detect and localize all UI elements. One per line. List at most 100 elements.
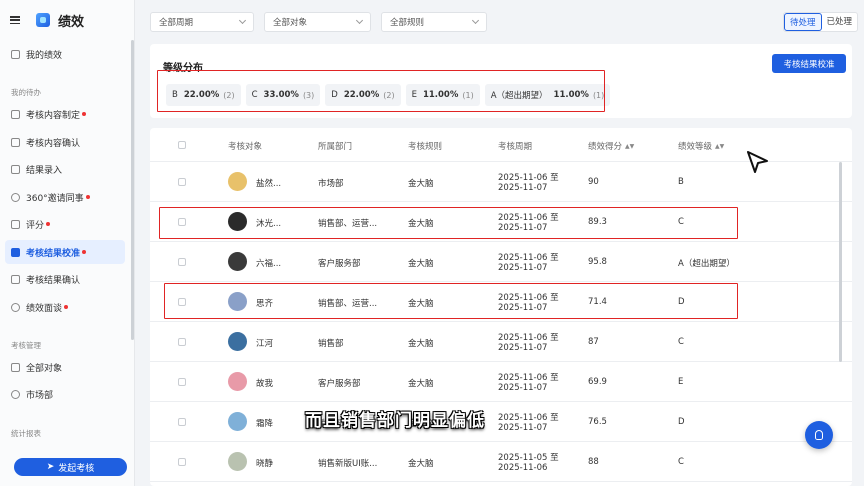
sidebar-item-scoring[interactable]: 评分	[5, 212, 125, 236]
sidebar-item-interview[interactable]: 绩效面谈	[5, 295, 125, 319]
cell-score: 88	[588, 457, 599, 467]
table-row[interactable]: 江河 销售部 金大脑 2025-11-06 至 2025-11-07 87 C	[150, 322, 852, 362]
chip-count: (1)	[462, 90, 474, 100]
header-grade[interactable]: 绩效等级 ▲▼	[678, 140, 724, 152]
cell-name[interactable]: 晓静	[256, 457, 273, 469]
cell-period-end: 2025-11-06	[498, 463, 548, 473]
sidebar-item-result-confirm[interactable]: 考核结果确认	[5, 267, 125, 291]
header-rule: 考核规则	[408, 142, 443, 152]
sidebar-item-label: 360°邀请同事	[26, 193, 84, 204]
table-row[interactable]: 思齐 销售部、运营... 金大脑 2025-11-06 至 2025-11-07 71.4…	[150, 282, 852, 322]
cell-score: 89.3	[588, 217, 607, 227]
row-checkbox[interactable]	[178, 258, 186, 266]
select-all-checkbox[interactable]	[178, 141, 186, 149]
row-checkbox[interactable]	[178, 418, 186, 426]
period-filter[interactable]: 全部周期	[150, 12, 254, 32]
cell-period-start: 2025-11-06 至	[498, 413, 559, 423]
calibrate-button[interactable]: 考核结果校准	[772, 54, 846, 73]
rule-filter-value: 全部规则	[390, 18, 425, 28]
sidebar-item-my-performance[interactable]: 我的绩效	[5, 42, 125, 66]
period-filter-value: 全部周期	[159, 18, 194, 28]
sidebar-item-content-define[interactable]: 考核内容制定	[5, 102, 125, 126]
mouse-cursor-icon	[747, 151, 768, 173]
chip-grade: B	[172, 90, 178, 100]
avatar	[228, 332, 247, 351]
cell-name[interactable]: 江河	[256, 337, 273, 349]
grade-chip[interactable]: A（超出期望） 11.00% (1)	[484, 84, 611, 106]
sidebar-item-360-invite[interactable]: 360°邀请同事	[5, 185, 125, 209]
cell-grade: C	[678, 217, 684, 227]
cell-period-start: 2025-11-06 至	[498, 373, 559, 383]
cell-period-start: 2025-11-06 至	[498, 173, 559, 183]
sidebar-item-all-objects[interactable]: 全部对象	[5, 355, 125, 379]
cell-name[interactable]: 盐然...	[256, 177, 281, 189]
sidebar-item-label: 绩效面谈	[26, 303, 63, 314]
cell-period-end: 2025-11-07	[498, 263, 548, 273]
chip-count: (2)	[383, 90, 395, 100]
help-button[interactable]	[805, 421, 833, 449]
cell-name[interactable]: 沐光...	[256, 217, 281, 229]
cell-grade: C	[678, 457, 684, 467]
badge-dot	[85, 195, 90, 199]
menu-icon[interactable]	[10, 16, 20, 24]
object-filter[interactable]: 全部对象	[264, 12, 371, 32]
cell-grade: D	[678, 297, 685, 307]
grade-chip[interactable]: B 22.00% (2)	[166, 84, 241, 106]
sidebar-item-result-entry[interactable]: 结果录入	[5, 157, 125, 181]
cell-dept: 市场部	[318, 179, 344, 189]
sidebar-item-result-calibration[interactable]: 考核结果校准	[5, 240, 125, 264]
grade-chip[interactable]: C 33.00% (3)	[245, 84, 321, 106]
badge-dot	[64, 305, 69, 309]
avatar	[228, 412, 247, 431]
cell-score: 71.4	[588, 297, 607, 307]
chip-percent: 22.00%	[343, 90, 380, 100]
cell-name[interactable]: 思齐	[256, 297, 273, 309]
grade-chips: B 22.00% (2) C 33.00% (3) D 22.00% (2) E 11.00%…	[166, 84, 611, 106]
pen-icon	[11, 219, 20, 229]
cell-period-start: 2025-11-06 至	[498, 213, 559, 223]
send-icon: ➤	[46, 462, 55, 472]
table-row[interactable]: 沐光... 销售部、运营... 金大脑 2025-11-06 至 2025-11-07 8…	[150, 202, 852, 242]
chip-count: (1)	[592, 90, 605, 100]
table-row[interactable]: 故我 客户服务部 金大脑 2025-11-06 至 2025-11-07 69.9 E	[150, 362, 852, 402]
table-scrollbar[interactable]	[839, 162, 842, 362]
grade-chip[interactable]: D 22.00% (2)	[325, 84, 401, 106]
sidebar-item-marketing[interactable]: 市场部	[5, 382, 125, 406]
cell-score: 76.5	[588, 417, 607, 427]
grade-chip[interactable]: E 11.00% (1)	[405, 84, 480, 106]
table-row[interactable]: 霜降 销售部 金大脑 2025-11-06 至 2025-11-07 76.5 D	[150, 402, 852, 442]
cell-period-end: 2025-11-07	[498, 343, 548, 353]
sidebar-item-content-confirm[interactable]: 考核内容确认	[5, 130, 125, 154]
row-checkbox[interactable]	[178, 178, 186, 186]
cell-period-start: 2025-11-05 至	[498, 453, 559, 463]
launch-review-button[interactable]: ➤ 发起考核	[14, 458, 127, 476]
cell-period-end: 2025-11-07	[498, 223, 548, 233]
avatar	[228, 372, 247, 391]
video-subtitle: 而且销售部门明显偏低	[305, 411, 485, 431]
row-checkbox[interactable]	[178, 298, 186, 306]
chat-icon	[11, 192, 20, 202]
chip-grade: A（超出期望）	[490, 91, 548, 101]
cell-name[interactable]: 故我	[256, 377, 273, 389]
row-checkbox[interactable]	[178, 338, 186, 346]
chip-percent: 11.00%	[553, 90, 589, 100]
row-checkbox[interactable]	[178, 378, 186, 386]
sidebar-item-label: 考核结果确认	[26, 275, 81, 286]
shield-icon	[11, 389, 20, 399]
badge-dot	[82, 250, 87, 254]
tab-done[interactable]: 已处理	[822, 13, 858, 31]
cell-name[interactable]: 六福...	[256, 257, 281, 269]
header-score[interactable]: 绩效得分 ▲▼	[588, 140, 634, 152]
table-row[interactable]: 六福... 客户服务部 金大脑 2025-11-06 至 2025-11-07 95.8 A…	[150, 242, 852, 282]
grade-distribution-card: 等级分布 考核结果校准 B 22.00% (2) C 33.00% (3) D 22.00…	[150, 44, 852, 118]
sidebar-scrollbar[interactable]	[131, 40, 134, 340]
cell-name[interactable]: 霜降	[256, 417, 273, 429]
row-checkbox[interactable]	[178, 458, 186, 466]
sidebar-item-label: 全部对象	[26, 363, 63, 374]
lightbulb-icon	[815, 430, 823, 440]
cell-grade: C	[678, 337, 684, 347]
tab-pending[interactable]: 待处理	[784, 13, 822, 31]
table-row[interactable]: 晓静 销售新版UI账... 金大脑 2025-11-05 至 2025-11-06 88 C	[150, 442, 852, 482]
rule-filter[interactable]: 全部规则	[381, 12, 487, 32]
row-checkbox[interactable]	[178, 218, 186, 226]
